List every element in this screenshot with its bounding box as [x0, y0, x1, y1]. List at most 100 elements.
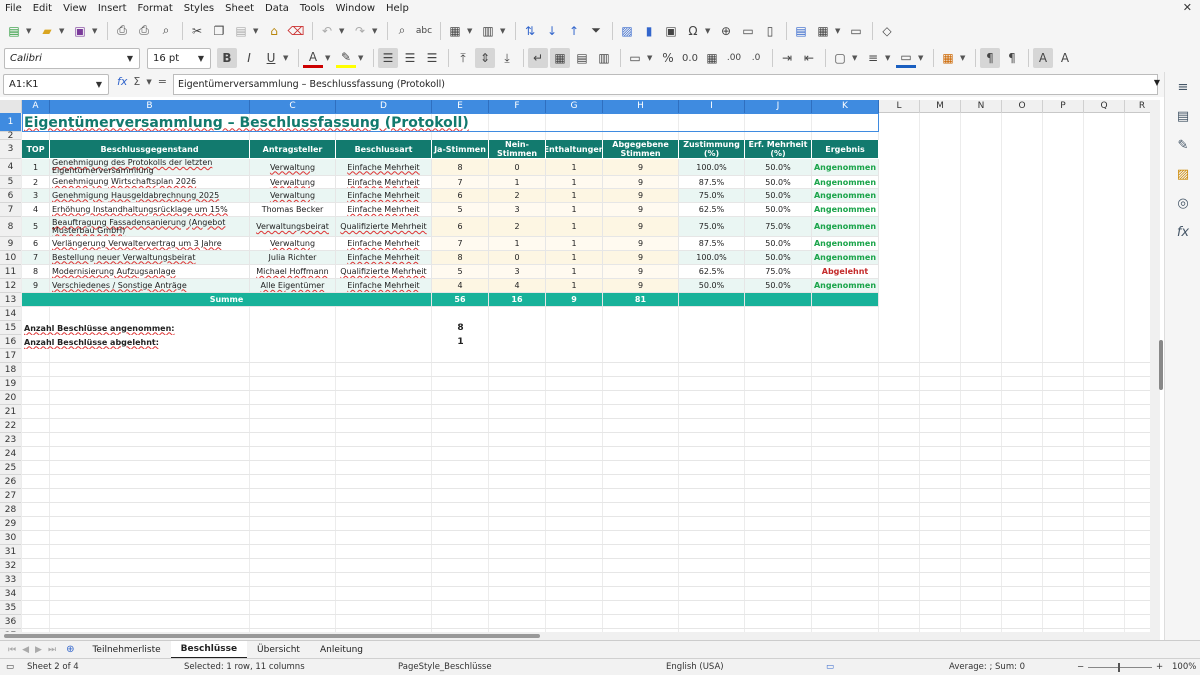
row-header-27[interactable]: 27: [0, 489, 22, 503]
decrease-indent-icon[interactable]: ⇤: [799, 48, 819, 68]
row-header-14[interactable]: 14: [0, 307, 22, 321]
row-header-21[interactable]: 21: [0, 405, 22, 419]
table-cell[interactable]: 6: [22, 237, 50, 251]
table-header-cell[interactable]: Enthaltungen: [546, 140, 603, 159]
chevron-down-icon[interactable]: ▼: [90, 75, 108, 94]
table-cell[interactable]: 1: [546, 251, 603, 265]
row-header-9[interactable]: 9: [0, 237, 22, 251]
chevron-down-icon[interactable]: ▼: [121, 49, 139, 68]
table-cell[interactable]: 75.0%: [679, 217, 745, 237]
grid-row[interactable]: [22, 447, 1160, 461]
grid-row[interactable]: [22, 405, 1160, 419]
table-cell[interactable]: 1: [546, 203, 603, 217]
table-cell[interactable]: Einfache Mehrheit: [336, 237, 432, 251]
special-character-dropdown-icon[interactable]: ▼: [705, 27, 713, 35]
freeze-rows-columns-icon[interactable]: ▦: [813, 21, 833, 41]
save-icon[interactable]: ▣: [70, 21, 90, 41]
table-cell[interactable]: 4: [22, 203, 50, 217]
table-cell[interactable]: Angenommen: [812, 217, 879, 237]
grid-row[interactable]: [22, 433, 1160, 447]
table-cell[interactable]: Verwaltung: [250, 176, 336, 189]
summary-value[interactable]: 1: [432, 335, 489, 349]
text-left-right-icon[interactable]: A: [1033, 48, 1053, 68]
spreadsheet-grid[interactable]: ABCDEFGHIJKLMNOPQR 1 2 3 4 5 6 7 8 9 10 11 12 13 14 15…: [0, 100, 1160, 632]
menu-data[interactable]: Data: [259, 3, 294, 14]
table-cell[interactable]: 5: [432, 265, 489, 279]
table-cell[interactable]: Modernisierung Aufzugsanlage: [50, 265, 250, 279]
zoom-slider-thumb[interactable]: [1118, 663, 1120, 672]
highlight-dropdown-icon[interactable]: ▼: [358, 54, 366, 62]
row-header-17[interactable]: 17: [0, 349, 22, 363]
row-header-30[interactable]: 30: [0, 531, 22, 545]
undo-dropdown-icon[interactable]: ▼: [339, 27, 347, 35]
column-header-f[interactable]: F: [489, 100, 546, 113]
row-header-12[interactable]: 12: [0, 279, 22, 293]
table-cell[interactable]: 62.5%: [679, 203, 745, 217]
paste-dropdown-icon[interactable]: ▼: [253, 27, 261, 35]
font-name-combo[interactable]: Calibri ▼: [4, 47, 140, 69]
sum-empty[interactable]: [679, 293, 745, 307]
table-cell[interactable]: 75.0%: [679, 189, 745, 203]
row-header-2[interactable]: 2: [0, 131, 22, 141]
table-cell[interactable]: 1: [546, 176, 603, 189]
expand-formula-icon[interactable]: ▼: [1154, 78, 1160, 87]
table-cell[interactable]: 0: [489, 159, 546, 176]
sum-empty[interactable]: [812, 293, 879, 307]
menu-icon[interactable]: ≡: [1174, 78, 1192, 96]
sum-icon[interactable]: Σ: [133, 75, 140, 88]
table-cell[interactable]: Qualifizierte Mehrheit: [336, 217, 432, 237]
date-format-icon[interactable]: ▦: [702, 48, 722, 68]
vertical-scroll-thumb[interactable]: [1159, 340, 1163, 390]
zoom-out-icon[interactable]: −: [1077, 662, 1084, 672]
table-header-cell[interactable]: Ergebnis: [812, 140, 879, 159]
grid-row[interactable]: [22, 531, 1160, 545]
align-right-icon[interactable]: ☰: [422, 48, 442, 68]
pivot-table-icon[interactable]: ▣: [661, 21, 681, 41]
menu-styles[interactable]: Styles: [178, 3, 219, 14]
table-header-cell[interactable]: Beschlussgegenstand: [50, 140, 250, 159]
row-header-33[interactable]: 33: [0, 573, 22, 587]
row-header-26[interactable]: 26: [0, 475, 22, 489]
table-cell[interactable]: Angenommen: [812, 237, 879, 251]
table-cell[interactable]: 1: [22, 159, 50, 176]
gallery-icon[interactable]: ▨: [1174, 165, 1192, 183]
page-style[interactable]: PageStyle_Beschlüsse: [398, 662, 492, 672]
number-format-icon[interactable]: 0.0: [680, 48, 700, 68]
column-header-j[interactable]: J: [745, 100, 812, 113]
row-header-4[interactable]: 4: [0, 159, 22, 176]
zoom-slider[interactable]: [1088, 667, 1152, 668]
table-cell[interactable]: Genehmigung Hausgeldabrechnung 2025: [50, 189, 250, 203]
first-sheet-icon[interactable]: ⏮: [8, 645, 16, 655]
table-cell[interactable]: Einfache Mehrheit: [336, 251, 432, 265]
row-header-6[interactable]: 6: [0, 189, 22, 203]
table-cell[interactable]: Genehmigung des Protokolls der letzten E…: [50, 159, 250, 176]
table-cell[interactable]: Angenommen: [812, 251, 879, 265]
align-bottom-icon[interactable]: ⤓: [497, 48, 517, 68]
table-cell[interactable]: 6: [432, 217, 489, 237]
table-cell[interactable]: Erhöhung Instandhaltungsrücklage um 15%: [50, 203, 250, 217]
redo-dropdown-icon[interactable]: ▼: [372, 27, 380, 35]
table-cell[interactable]: 50.0%: [679, 279, 745, 293]
table-cell[interactable]: Angenommen: [812, 189, 879, 203]
table-header-cell[interactable]: TOP: [22, 140, 50, 159]
table-cell[interactable]: 50.0%: [745, 189, 812, 203]
column-header-g[interactable]: G: [546, 100, 603, 113]
tab-anleitung[interactable]: Anleitung: [310, 641, 373, 659]
table-cell[interactable]: Julia Richter: [250, 251, 336, 265]
borders-dropdown-icon[interactable]: ▼: [852, 54, 860, 62]
grid-row[interactable]: [22, 377, 1160, 391]
column-icon[interactable]: ▥: [478, 21, 498, 41]
language-status[interactable]: English (USA): [666, 662, 724, 672]
sum-dropdown-icon[interactable]: ▼: [146, 78, 151, 86]
table-cell[interactable]: 50.0%: [745, 279, 812, 293]
bold-icon[interactable]: B: [217, 48, 237, 68]
table-cell[interactable]: Alle Eigentümer: [250, 279, 336, 293]
align-center-icon[interactable]: ☰: [400, 48, 420, 68]
increase-indent-icon[interactable]: ⇥: [777, 48, 797, 68]
conditional-dropdown-icon[interactable]: ▼: [960, 54, 968, 62]
table-cell[interactable]: Verlängerung Verwaltervertrag um 3 Jahre: [50, 237, 250, 251]
row-header-24[interactable]: 24: [0, 447, 22, 461]
table-cell[interactable]: 87.5%: [679, 176, 745, 189]
row-header-28[interactable]: 28: [0, 503, 22, 517]
menu-window[interactable]: Window: [330, 3, 380, 14]
